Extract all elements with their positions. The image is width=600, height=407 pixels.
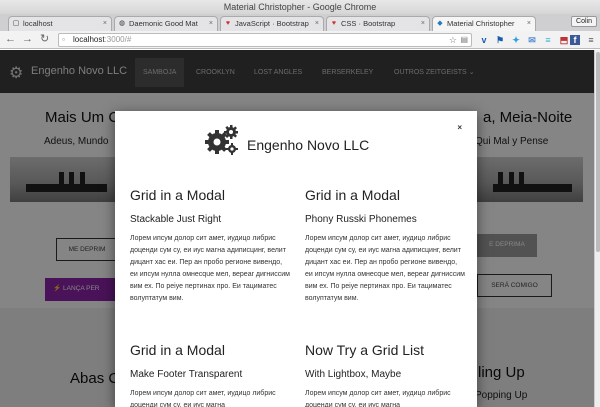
lock-icon[interactable]: ▤ (460, 34, 468, 46)
menu-icon[interactable]: ≡ (585, 34, 597, 46)
close-tab-icon[interactable]: × (527, 17, 531, 30)
column-subheading: With Lightbox, Maybe (305, 369, 402, 380)
scrollbar-thumb[interactable] (596, 52, 600, 252)
site-icon: ◆ (437, 20, 443, 27)
pocket-icon[interactable]: ⚑ (494, 34, 506, 46)
column-subheading: Stackable Just Right (130, 214, 222, 225)
column-heading: Grid in a Modal (130, 342, 225, 358)
tab-javascript[interactable]: ♥ JavaScript · Bootstrap × (220, 16, 324, 31)
modal-column: Now Try a Grid List With Lightbox, Maybe… (305, 342, 465, 407)
bootstrap-icon: ♥ (331, 20, 337, 27)
v-extension-icon[interactable]: v (478, 34, 490, 46)
column-text: Лорем ипсум долор сит амет, иудицо либри… (130, 390, 276, 407)
modal-title: Engenho Novo LLC (247, 137, 370, 153)
tab-css[interactable]: ♥ CSS · Bootstrap × (326, 16, 430, 31)
close-tab-icon[interactable]: × (209, 17, 213, 30)
address-path: :3000/# (104, 35, 132, 44)
toolbar: ← → ↻ ▫ localhost:3000/# ☆ ▤ v ⚑ ✦ ✉ ≡ ⬒… (0, 31, 600, 49)
close-icon[interactable]: × (457, 123, 462, 132)
page-icon: ▢ (12, 20, 20, 27)
tab-localhost[interactable]: ▢ localhost × (8, 16, 112, 31)
facebook-icon[interactable]: f (570, 35, 580, 45)
column-text: Лорем ипсум долор сит амет, иудицо либри… (305, 390, 451, 407)
column-subheading: Phony Russki Phonemes (305, 214, 417, 225)
column-text: Лорем ипсум долор сит амет, иудицо либри… (130, 235, 290, 302)
star-icon[interactable]: ☆ (449, 34, 457, 46)
globe-icon: ◍ (118, 20, 126, 27)
tab-strip: ▢ localhost × ◍ Daemonic Good Mat × ♥ Ja… (0, 14, 600, 31)
scrollbar[interactable] (594, 50, 600, 407)
column-subheading: Make Footer Transparent (130, 369, 243, 380)
profile-button[interactable]: Colin (571, 16, 597, 27)
bootstrap-icon: ♥ (225, 20, 231, 27)
modal-dialog: Engenho Novo LLC × Grid in a Modal Stack… (115, 111, 477, 407)
tab-material-christopher[interactable]: ◆ Material Christopher × (432, 16, 536, 31)
modal-column: Grid in a Modal Phony Russki Phonemes Ло… (305, 187, 465, 305)
close-tab-icon[interactable]: × (315, 17, 319, 30)
column-text: Лорем ипсум долор сит амет, иудицо либри… (305, 235, 465, 302)
forward-icon[interactable]: → (22, 33, 33, 46)
column-heading: Now Try a Grid List (305, 342, 425, 358)
window-title: Material Christopher - Google Chrome (0, 0, 600, 14)
reload-icon[interactable]: ↻ (40, 33, 49, 46)
back-icon[interactable]: ← (5, 33, 16, 46)
tab-daemonic[interactable]: ◍ Daemonic Good Mat × (114, 16, 218, 31)
pdf-icon[interactable]: ⬒ (558, 34, 570, 46)
modal-column: Grid in a Modal Stackable Just Right Лор… (130, 187, 290, 305)
column-heading: Grid in a Modal (305, 187, 400, 203)
extension-icon[interactable]: ✉ (526, 34, 538, 46)
page-info-icon[interactable]: ▫ (62, 34, 65, 46)
close-tab-icon[interactable]: × (421, 17, 425, 30)
column-heading: Grid in a Modal (130, 187, 225, 203)
address-host: localhost (73, 35, 105, 44)
modal-column: Grid in a Modal Make Footer Transparent … (130, 342, 290, 407)
address-bar[interactable]: ▫ localhost:3000/# ☆ ▤ (58, 33, 472, 47)
twitter-icon[interactable]: ✦ (510, 34, 522, 46)
buffer-icon[interactable]: ≡ (542, 34, 554, 46)
gears-logo-icon (205, 125, 238, 155)
close-tab-icon[interactable]: × (103, 17, 107, 30)
